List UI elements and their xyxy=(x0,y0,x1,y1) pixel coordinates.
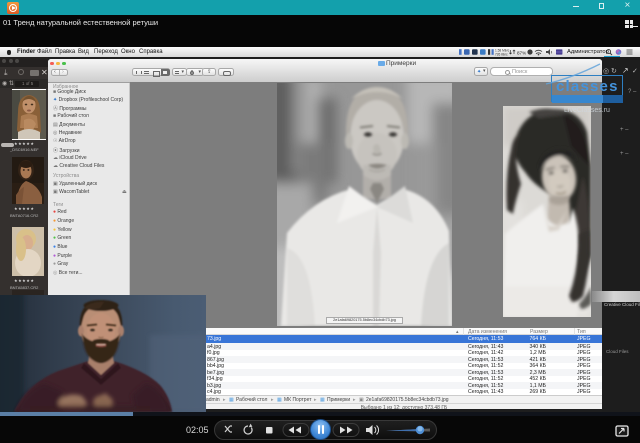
svg-text:87%: 87% xyxy=(517,50,526,55)
svg-text:726 КБ/с: 726 КБ/с xyxy=(495,53,508,57)
